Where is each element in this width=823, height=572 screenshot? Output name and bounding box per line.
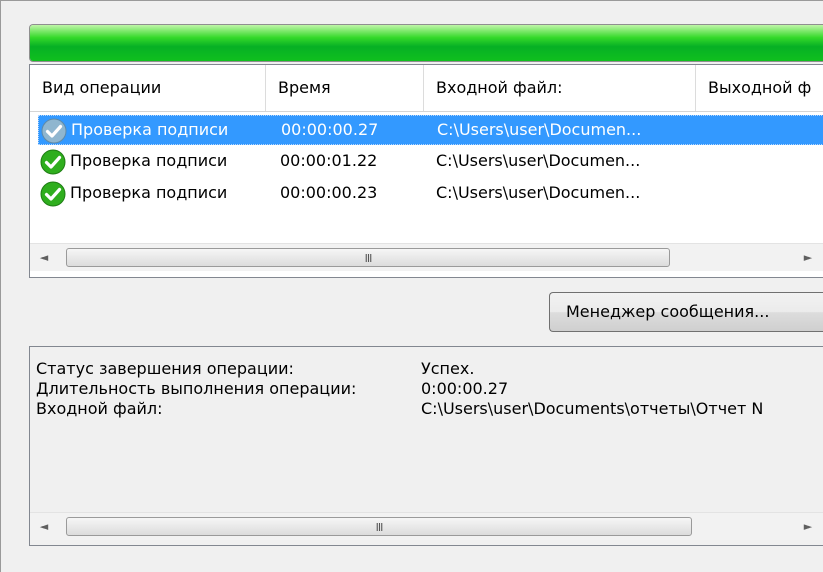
scrollbar-thumb[interactable]: III xyxy=(66,248,670,267)
row-input-file: C:\Users\user\Documen... xyxy=(437,120,642,139)
scrollbar-thumb[interactable]: III xyxy=(66,517,692,536)
list-row[interactable]: Проверка подписи 00:00:00.27 C:\Users\us… xyxy=(38,115,823,145)
column-header-operation[interactable]: Вид операции xyxy=(30,65,266,111)
scroll-right-arrow-icon[interactable]: ► xyxy=(794,513,822,540)
row-time: 00:00:01.22 xyxy=(280,151,378,170)
list-row[interactable]: Проверка подписи 00:00:00.23 C:\Users\us… xyxy=(38,179,823,209)
scroll-left-arrow-icon[interactable]: ◄ xyxy=(30,513,58,540)
check-icon xyxy=(40,149,66,175)
detail-input-label: Входной файл: xyxy=(36,399,163,418)
column-header-input-file[interactable]: Входной файл: xyxy=(424,65,696,111)
scroll-right-arrow-icon[interactable]: ► xyxy=(794,244,822,271)
list-row[interactable]: Проверка подписи 00:00:01.22 C:\Users\us… xyxy=(38,147,823,177)
message-manager-button[interactable]: Менеджер сообщения... xyxy=(549,292,823,332)
progress-fill xyxy=(30,25,823,61)
detail-input-row: Входной файл: C:\Users\user\Documents\от… xyxy=(36,399,822,419)
detail-status-value: Успех. xyxy=(421,359,475,378)
row-input-file: C:\Users\user\Documen... xyxy=(436,183,641,202)
column-header-output-file[interactable]: Выходной ф xyxy=(696,65,823,111)
detail-status-row: Статус завершения операции: Успех. xyxy=(36,359,474,379)
operations-list[interactable]: Вид операции Время Входной файл: Выходно… xyxy=(29,64,823,278)
column-header-time[interactable]: Время xyxy=(266,65,424,111)
row-operation: Проверка подписи xyxy=(71,120,229,139)
details-horizontal-scrollbar[interactable]: ◄ III ► xyxy=(30,512,823,540)
detail-duration-label: Длительность выполнения операции: xyxy=(36,379,357,398)
list-horizontal-scrollbar[interactable]: ◄ III ► xyxy=(30,243,823,271)
detail-duration-value: 0:00:00.27 xyxy=(421,379,509,398)
detail-duration-row: Длительность выполнения операции: 0:00:0… xyxy=(36,379,508,399)
check-icon xyxy=(40,181,66,207)
row-time: 00:00:00.23 xyxy=(280,183,378,202)
row-time: 00:00:00.27 xyxy=(281,120,379,139)
list-header: Вид операции Время Входной файл: Выходно… xyxy=(30,65,823,112)
progress-bar xyxy=(29,24,823,62)
operation-details: Статус завершения операции: Успех. Длите… xyxy=(29,346,823,546)
check-icon xyxy=(41,118,67,144)
grip-icon: III xyxy=(364,252,373,265)
detail-input-value: C:\Users\user\Documents\отчеты\Отчет N xyxy=(421,399,764,418)
detail-status-label: Статус завершения операции: xyxy=(36,359,294,378)
row-input-file: C:\Users\user\Documen... xyxy=(436,151,641,170)
row-operation: Проверка подписи xyxy=(70,151,228,170)
grip-icon: III xyxy=(375,521,384,534)
scroll-left-arrow-icon[interactable]: ◄ xyxy=(30,244,58,271)
row-operation: Проверка подписи xyxy=(70,183,228,202)
